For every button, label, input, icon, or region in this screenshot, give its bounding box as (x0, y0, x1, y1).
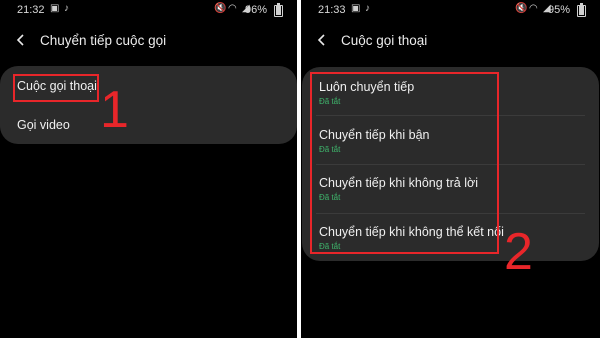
list-item-status: Đã tắt (319, 242, 341, 251)
battery-percent: 95% (547, 4, 570, 16)
page-title: Cuộc gọi thoại (341, 33, 428, 48)
wifi-icon: ◠ (228, 3, 237, 14)
status-bar: 21:33 ▣ ♪ 🔇 ◠ ◢ 95% (301, 0, 600, 20)
step-marker: 1 (100, 81, 129, 139)
list-item-label: Chuyển tiếp khi không trả lời (319, 176, 478, 190)
mute-icon: 🔇 (214, 3, 227, 14)
left-screen: 21:32 ▣ ♪ 🔇 ◠ ◢ 96% Chuyển tiếp cuộc gọi… (0, 0, 297, 338)
status-time: 21:33 (318, 4, 346, 16)
list-item-video-call[interactable]: Gọi video (0, 105, 297, 144)
list-item-label: Chuyển tiếp khi không thể kết nối (319, 225, 504, 239)
list-item-status: Đã tắt (319, 193, 341, 202)
tiktok-icon: ♪ (64, 3, 69, 14)
list-item-label: Luôn chuyển tiếp (319, 80, 415, 94)
list-item-forward-when-unanswered[interactable]: Chuyển tiếp khi không trả lời Đã tắt (302, 165, 599, 213)
step-marker: 2 (504, 223, 533, 281)
list-item-status: Đã tắt (319, 145, 341, 154)
back-arrow-icon[interactable] (314, 32, 330, 48)
list-item-forward-when-unreachable[interactable]: Chuyển tiếp khi không thể kết nối Đã tắt (302, 214, 599, 261)
list-item-label: Gọi video (17, 118, 70, 132)
battery-icon (577, 3, 586, 17)
status-bar: 21:32 ▣ ♪ 🔇 ◠ ◢ 96% (0, 0, 297, 20)
back-arrow-icon[interactable] (13, 32, 29, 48)
tiktok-icon: ♪ (365, 3, 370, 14)
settings-card: Cuộc gọi thoại Gọi video (0, 66, 297, 144)
app-header: Cuộc gọi thoại (301, 28, 600, 54)
list-item-label: Chuyển tiếp khi bận (319, 128, 430, 142)
page-title: Chuyển tiếp cuộc gọi (40, 33, 167, 48)
image-icon: ▣ (50, 3, 60, 14)
list-item-voice-call[interactable]: Cuộc gọi thoại (0, 66, 297, 105)
list-item-status: Đã tắt (319, 97, 341, 106)
status-time: 21:32 (17, 4, 45, 16)
list-item-forward-when-busy[interactable]: Chuyển tiếp khi bận Đã tắt (302, 116, 599, 164)
battery-percent: 96% (244, 4, 267, 16)
settings-card: Luôn chuyển tiếp Đã tắt Chuyển tiếp khi … (302, 67, 599, 261)
mute-icon: 🔇 (515, 3, 528, 14)
list-item-always-forward[interactable]: Luôn chuyển tiếp Đã tắt (302, 67, 599, 115)
image-icon: ▣ (351, 3, 361, 14)
wifi-icon: ◠ (529, 3, 538, 14)
app-header: Chuyển tiếp cuộc gọi (0, 28, 297, 54)
right-screen: 21:33 ▣ ♪ 🔇 ◠ ◢ 95% Cuộc gọi thoại Luôn … (301, 0, 600, 338)
battery-icon (274, 3, 283, 17)
list-item-label: Cuộc gọi thoại (17, 79, 97, 93)
